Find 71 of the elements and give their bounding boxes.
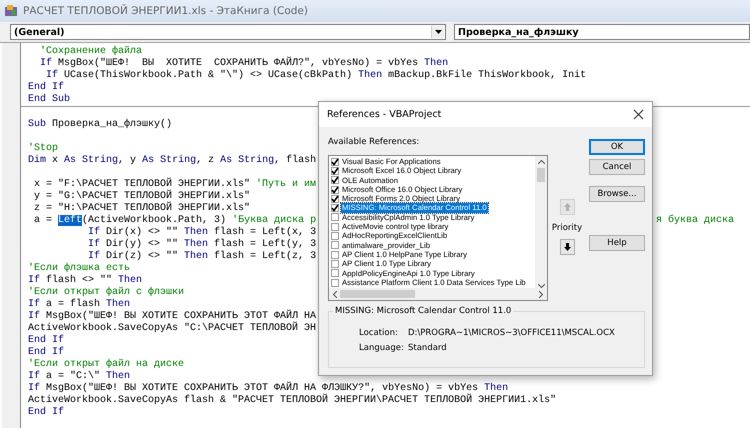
code-line: If a = flash Then [28,299,130,310]
checkbox[interactable] [331,158,339,166]
window-title: РАСЧЕТ ТЕПЛОВОЙ ЭНЕРГИИ1.xls - ЭтаКнига (Code) [23,5,308,17]
code-comment: я буква диска [656,215,734,227]
up-arrow-icon [564,203,570,211]
close-icon[interactable] [633,109,644,120]
dialog-button[interactable]: OK [589,139,645,155]
checkbox[interactable] [331,186,339,194]
code-line: If a = "C:\" Then [28,371,130,382]
code-line: End If [28,347,64,358]
code-line: If Dir(x) <> "" Then flash = Left(x, 3 [87,227,316,238]
code-line: 'Сохранение файла [39,46,142,58]
code-line: a = Left(ActiveWorkbook.Path, 3) 'Буква диска р [33,215,316,226]
checkbox[interactable] [331,278,339,286]
dialog-title: References - VBAProject [327,109,442,120]
code-line: Dim x As String, y As String, z As String, flash [28,155,316,167]
code-line: ActiveWorkbook.SaveCopyAs flash & "РАСЧЕТ ТЕПЛОВОЙ ЭНЕРГИИ\РАСЧЕТ ТЕПЛОВОЙ ЭНЕРГИИ1.xls" [28,395,556,406]
code-line: End If [28,407,64,419]
code-line: End If [28,335,64,346]
code-line: If UCase(ThisWorkbook.Path & "\") <> UCase(cBkPath) Then mBackup.BkFile ThisWorkbook, Init [45,70,586,82]
scroll-right-icon[interactable] [539,290,543,298]
available-references-label: Available References: [328,137,420,147]
app-icon [4,4,18,18]
move-down-button[interactable] [560,239,574,255]
checkbox[interactable] [331,194,339,203]
horizontal-scrollbar[interactable] [329,288,547,300]
code-line: If MsgBox("ШЕФ! ВЫ ХОТИТЕ СОХРАНИТЬ ЭТОТ ФАЙЛ НА [28,311,316,322]
priority-label: Priority [552,223,582,233]
procedure-dropdown[interactable]: Проверка_на_флэшку [454,24,750,40]
checkbox[interactable] [331,250,339,259]
scroll-left-icon[interactable] [333,290,337,298]
down-arrow-icon [564,243,570,251]
checkbox[interactable] [331,176,339,184]
code-line: Sub Проверка_на_флэшку() [28,119,172,131]
field-value: D:\PROGRA~1\MICROS~3\OFFICE11\MSCAL.OCX [408,328,615,338]
code-line: z = "H:\РАСЧЕТ ТЕПЛОВОЙ ЭНЕРГИИ.xls" [33,203,250,214]
dialog-button[interactable]: Help [589,235,645,251]
code-line: y = "G:\РАСЧЕТ ТЕПЛОВОЙ ЭНЕРГИИ.xls" [33,191,250,202]
group-legend: MISSING: Microsoft Calendar Control 11.0 [333,306,514,316]
code-line: If Dir(y) <> "" Then flash = Left(y, 3 [87,239,316,250]
code-line: 'Если открыт файл с флэшки [28,287,184,298]
code-line: If MsgBox("ШЕФ! ВЫ ХОТИТЕ СОХРАНИТЬ ФАЙЛ?", vbYesNo) = vbYes Then [39,58,448,70]
checkbox[interactable] [331,260,339,268]
code-line: 'Если флэшка есть [28,263,130,274]
dialog-button[interactable]: Cancel [589,159,645,175]
code-line: End If [28,82,64,94]
field-label: Location: [359,328,399,338]
checkbox[interactable] [331,222,339,231]
code-line: If flash <> "" Then [28,275,142,286]
vertical-scrollbar[interactable] [535,156,547,288]
code-line: If Dir(z) <> "" Then flash = Left(z, 3 [87,251,316,262]
scroll-thumb[interactable] [340,290,415,298]
code-line: If MsgBox("ШЕФ! ВЫ ХОТИТЕ СОХРАНИТЬ ЭТОТ ФАЙЛ НА ФЛЭШКУ?", vbYesNo) = vbYes Then [28,383,508,394]
checkbox[interactable] [331,204,339,212]
checkbox[interactable] [331,213,339,222]
field-value: Standard [408,343,447,353]
scroll-down-icon[interactable] [538,284,544,288]
checkbox[interactable] [331,232,339,240]
checkbox[interactable] [331,166,339,175]
field-label: Language: [359,343,405,353]
checkbox[interactable] [331,269,339,278]
code-line: 'Если открыт файл на диске [28,359,184,370]
code-line: 'Stop [28,143,58,154]
code-line: ActiveWorkbook.SaveCopyAs "C:\РАСЧЕТ ТЕПЛОВОЙ ЭН [28,323,316,334]
checkbox[interactable] [331,241,339,250]
code-line: End Sub [28,94,70,106]
object-dropdown[interactable]: (General) [10,24,446,40]
dialog-button[interactable]: Browse... [589,186,645,202]
scroll-thumb[interactable] [537,168,545,182]
code-line: x = "F:\РАСЧЕТ ТЕПЛОВОЙ ЭНЕРГИИ.xls" 'Путь и им [33,179,316,190]
scroll-up-icon[interactable] [538,160,544,164]
